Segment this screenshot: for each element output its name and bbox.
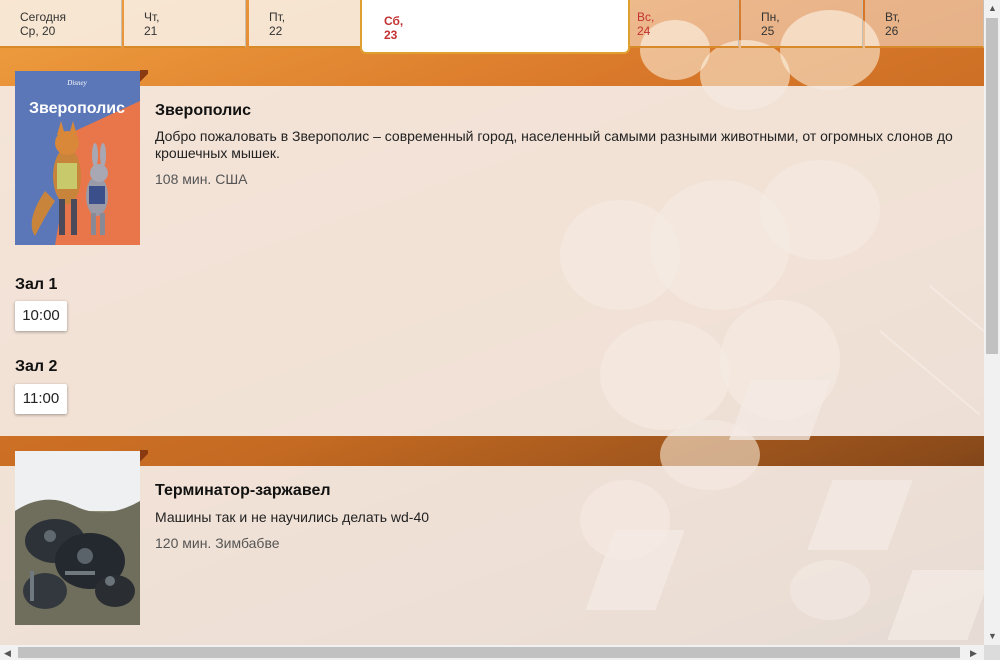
day-tab-label: Пт, [269, 10, 286, 24]
poster-brand: Disney [66, 79, 87, 87]
day-tab-mon[interactable]: Пн, 25 [741, 0, 863, 48]
scroll-up-arrow-icon[interactable]: ▲ [988, 3, 997, 13]
day-tab-today[interactable]: Сегодня Ср, 20 [0, 0, 122, 48]
day-tab-label: Вт, [885, 10, 901, 24]
day-tab-date: 22 [269, 24, 283, 38]
day-tab-label: Чт, [144, 10, 160, 24]
movie-card: Зверополис Добро пожаловать в Зверополис… [0, 86, 984, 436]
hall-name: Зал 1 [15, 276, 58, 293]
day-tab-label: Сегодня [20, 10, 66, 24]
day-tab-tue[interactable]: Вт, 26 [865, 0, 984, 48]
day-tab-date: 26 [885, 24, 899, 38]
movie-title: Зверополис [155, 102, 252, 119]
movie-card: Терминатор-заржавел Машины так и не науч… [0, 466, 984, 645]
poster-tab [140, 70, 148, 86]
movie-description: Машины так и не научились делать wd-40 [155, 509, 430, 525]
day-tab-date: 25 [761, 24, 775, 38]
movie-poster[interactable] [15, 451, 140, 625]
hall-name: Зал 2 [15, 358, 58, 375]
poster-tab [140, 450, 148, 466]
day-tab-sun[interactable]: Вс, 24 [617, 0, 739, 48]
day-tab-fri[interactable]: Пт, 22 [249, 0, 371, 48]
horizontal-scrollbar-thumb[interactable] [18, 647, 960, 658]
poster-title: Зверополис [29, 100, 125, 117]
scroll-right-arrow-icon[interactable]: ▶ [970, 648, 977, 658]
scrollbar-corner [984, 645, 1000, 660]
day-tab-thu[interactable]: Чт, 21 [124, 0, 246, 48]
movie-meta: 108 мин. США [155, 171, 248, 187]
day-tab-date: 23 [384, 28, 398, 42]
day-tab-date: 21 [144, 24, 158, 38]
scroll-down-arrow-icon[interactable]: ▼ [988, 631, 997, 641]
horizontal-scrollbar[interactable]: ◀ ▶ [0, 645, 984, 660]
day-tab-label: Пн, [761, 10, 780, 24]
vertical-scrollbar[interactable]: ▲ ▼ [984, 0, 1000, 645]
terminator-poster-image [15, 451, 140, 625]
showtime-button[interactable]: 10:00 [15, 301, 67, 331]
day-tab-label: Сб, [384, 14, 404, 28]
day-tab-date: Ср, 20 [20, 24, 56, 38]
movie-title: Терминатор-заржавел [155, 482, 331, 499]
day-navigation: Сегодня Ср, 20 Чт, 21 Пт, 22 Вс, 24 Пн, … [0, 0, 984, 54]
day-tab-date: 24 [637, 24, 651, 38]
movie-poster[interactable]: Disney Зверополис [15, 71, 140, 245]
scroll-left-arrow-icon[interactable]: ◀ [4, 648, 11, 658]
showtime-button[interactable]: 11:00 [15, 384, 67, 414]
day-tab-label: Вс, [637, 10, 655, 24]
movie-description: Добро пожаловать в Зверополис – современ… [155, 128, 953, 161]
zootopia-poster-image: Disney Зверополис [15, 71, 140, 245]
movie-meta: 120 мин. Зимбабве [155, 535, 280, 551]
vertical-scrollbar-thumb[interactable] [986, 18, 998, 354]
day-tab-sat-selected[interactable]: Сб, 23 [360, 0, 630, 54]
